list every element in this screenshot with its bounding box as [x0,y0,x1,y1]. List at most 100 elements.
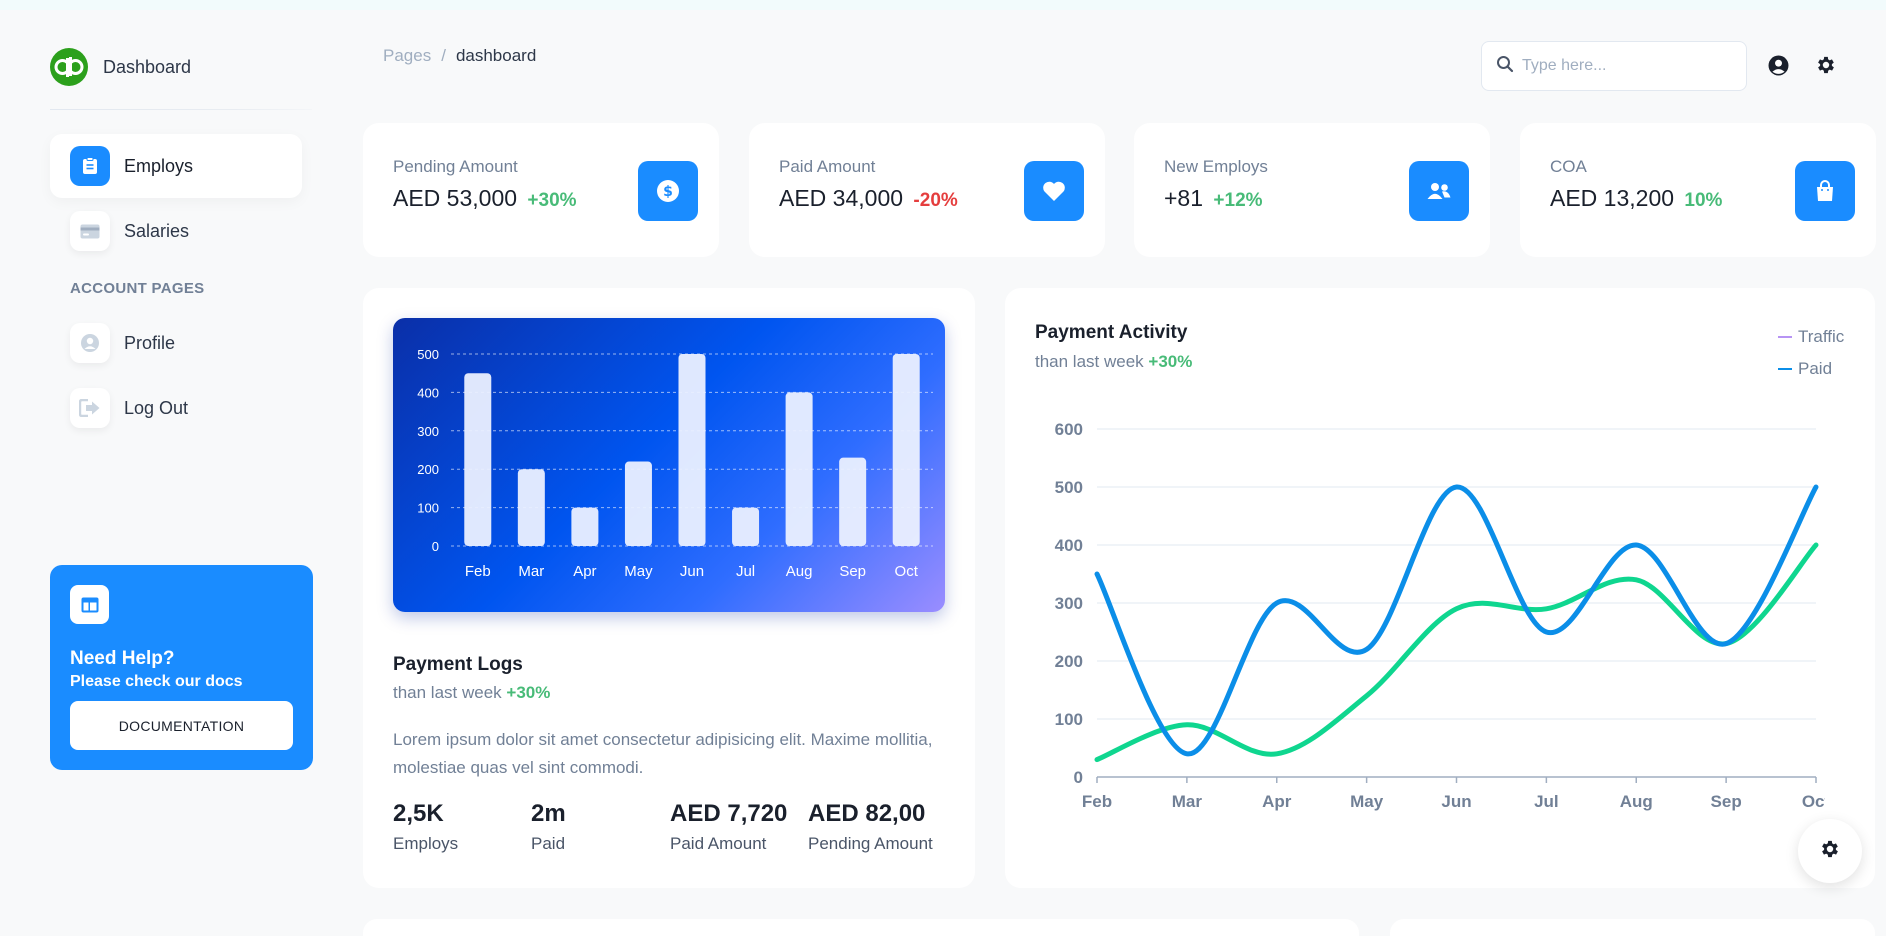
x-tick-label: Aug [786,563,813,580]
legend-swatch [1778,368,1792,370]
x-tick-label: May [1350,792,1384,811]
shopping-bag-icon [1795,161,1855,221]
y-tick-label: 600 [1055,420,1083,439]
y-tick-label: 200 [1055,652,1083,671]
x-tick-label: Apr [1262,792,1292,811]
search-input[interactable] [1522,57,1722,75]
credit-card-icon [70,211,110,251]
subtitle-delta: +30% [1148,352,1193,371]
dollar-icon: $ [638,161,698,221]
payment-activity-subtitle: than last week +30% [1035,352,1192,372]
help-title: Need Help? [70,648,175,669]
heart-icon [1024,161,1084,221]
legend-swatch [1778,336,1792,338]
sidebar-item-profile[interactable]: Profile [50,311,302,375]
settings-gear-icon[interactable] [1815,54,1837,76]
stat-delta: -20% [913,190,958,211]
payment-logs-subtitle: than last week +30% [393,683,550,703]
bar [892,354,920,546]
stat-value: +81 [1164,185,1204,211]
subtitle-text: than last week [393,683,502,702]
sidebar-item-employs[interactable]: Employs [50,134,302,198]
x-tick-label: Oct [1802,792,1825,811]
sidebar-item-label: Profile [124,332,176,353]
stat-value: AED 53,000 [393,185,518,211]
metric-value: 2,5K [393,800,444,827]
logout-icon [70,388,110,428]
y-tick-label: 200 [417,462,439,477]
stat-value: AED 13,200 [1550,185,1675,211]
settings-fab[interactable] [1798,819,1862,883]
bar [464,373,492,546]
bar-chart-card: 0 100 200 300 400 500 Feb Mar Apr May Jun Jul Aug Sep… [393,318,945,612]
x-tick-label: May [624,563,653,580]
y-tick-label: 100 [1055,710,1083,729]
breadcrumb-separator: / [441,46,446,65]
x-tick-label: Apr [573,563,596,580]
sidebar-item-logout[interactable]: Log Out [50,376,302,440]
documentation-button[interactable]: DOCUMENTATION [70,701,293,750]
y-tick-label: 100 [417,501,439,516]
bar [839,457,867,546]
legend-item-traffic: Traffic [1778,327,1844,347]
bar [624,461,652,546]
x-tick-label: Jul [736,563,755,580]
x-tick-label: Aug [1620,792,1653,811]
brand-name: Dashboard [103,56,192,77]
y-tick-label: 400 [417,385,439,400]
x-tick-label: Jun [1441,792,1471,811]
bar [571,507,599,546]
stat-card-new-employs: New Employs +81 +12% [1134,123,1490,257]
metric-label: Paid Amount [670,834,767,853]
line-chart: 0 100 200 300 400 500 600 Feb Mar Apr May Jun Jul Aug… [1055,420,1825,811]
legend-item-paid: Paid [1778,359,1832,379]
legend-label: Paid [1798,359,1833,378]
breadcrumb-current: dashboard [455,46,537,65]
sidebar-item-label: Employs [124,155,194,176]
layout-icon [70,585,109,624]
stat-card-paid-amount: Paid Amount AED 34,000 -20% [749,123,1105,257]
metric-employs: 2,5K Employs [393,800,458,854]
bar [732,507,760,546]
breadcrumb-parent[interactable]: Pages [383,46,431,66]
account-icon[interactable] [1767,54,1789,76]
metric-label: Employs [393,834,459,853]
clipboard-icon [70,146,110,186]
bottom-panel-right [1390,919,1875,936]
brand[interactable]: Dashboard [50,48,191,86]
payment-logs-title: Payment Logs [393,654,523,675]
stat-value: AED 34,000 [779,185,904,211]
payment-logs-description: Lorem ipsum dolor sit amet consectetur a… [393,730,933,777]
metric-paid: 2m Paid [531,800,566,854]
legend-label: Traffic [1798,327,1845,346]
stat-card-pending-amount: Pending Amount AED 53,000 +30% $ [363,123,719,257]
sidebar-item-salaries[interactable]: Salaries [50,199,302,263]
sidebar-divider [50,109,312,110]
stat-card-coa: COA AED 13,200 10% [1520,123,1876,257]
help-subtitle: Please check our docs [70,673,243,690]
y-tick-label: 0 [1074,768,1083,787]
top-strip [0,0,1886,10]
metric-pending-amount: AED 82,00 Pending Amount [808,800,933,854]
series-line-traffic [1094,542,1819,763]
breadcrumb: Pages / dashboard [383,46,536,66]
stat-delta: +30% [527,190,577,211]
search-icon [1496,55,1514,78]
sidebar-item-label: Salaries [124,220,190,241]
x-tick-label: Sep [1711,792,1742,811]
x-tick-label: Jun [680,563,704,580]
y-tick-label: 500 [1055,478,1083,497]
subtitle-delta: +30% [506,683,551,702]
bar-chart: 0 100 200 300 400 500 Feb Mar Apr May Jun Jul Aug Sep… [417,347,933,580]
y-tick-label: 300 [417,424,439,439]
metric-paid-amount: AED 7,720 Paid Amount [670,800,787,854]
search-box[interactable] [1481,41,1747,91]
x-tick-label: Mar [518,563,544,580]
help-card: Need Help? Please check our docs DOCUMEN… [50,565,313,770]
y-tick-label: 500 [417,347,439,362]
subtitle-text: than last week [1035,352,1144,371]
bar [678,354,706,546]
metric-label: Pending Amount [808,834,933,853]
y-tick-label: 400 [1055,536,1083,555]
x-tick-label: Jul [1534,792,1559,811]
